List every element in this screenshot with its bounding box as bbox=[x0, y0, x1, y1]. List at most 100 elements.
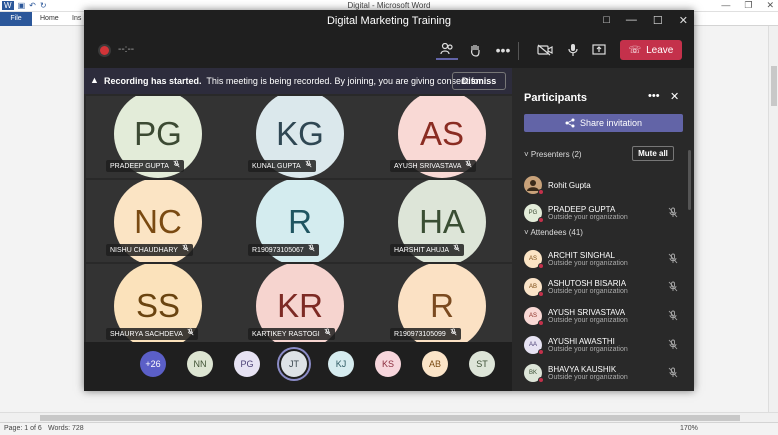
minimize-icon[interactable]: — bbox=[626, 14, 637, 27]
video-tile[interactable]: R R190973105099 bbox=[370, 264, 512, 342]
video-tile[interactable]: R R190973105067 bbox=[228, 180, 370, 262]
mic-off-icon bbox=[465, 160, 472, 170]
video-tile[interactable]: KG KUNAL GUPTA bbox=[228, 96, 370, 178]
mic-off-icon bbox=[453, 244, 460, 254]
participant-avatar[interactable]: PG bbox=[234, 351, 260, 377]
hand-icon bbox=[471, 45, 480, 57]
share-invitation-button[interactable]: Share invitation bbox=[524, 114, 683, 132]
participant-name: AYUSH SRIVASTAVA bbox=[548, 308, 626, 317]
participant-avatar[interactable]: KJ bbox=[328, 351, 354, 377]
close-icon[interactable]: ✕ bbox=[679, 14, 688, 27]
participant-list-item[interactable]: AA AYUSHI AWASTHI Outside your organizatio… bbox=[524, 334, 684, 360]
leave-button[interactable]: ☏ Leave bbox=[620, 40, 682, 60]
video-tile[interactable]: NC NISHU CHAUDHARY bbox=[86, 180, 228, 262]
word-window-title: Digital - Microsoft Word bbox=[347, 1, 431, 10]
participant-avatar bbox=[524, 176, 544, 195]
participant-name: R190973105067 bbox=[252, 247, 304, 254]
show-participants-button[interactable] bbox=[436, 40, 458, 60]
word-window-controls: — ❐ ✕ bbox=[721, 0, 774, 11]
minimize-icon[interactable]: — bbox=[721, 0, 730, 11]
tab-insert[interactable]: Ins bbox=[72, 12, 81, 26]
restore-icon[interactable]: ❐ bbox=[744, 0, 752, 11]
more-icon: ••• bbox=[495, 42, 511, 58]
close-icon[interactable]: ✕ bbox=[766, 0, 774, 11]
participant-name: ARCHIT SINGHAL bbox=[548, 251, 615, 260]
status-dot-icon bbox=[538, 189, 544, 195]
teams-window-controls: □ — ☐ ✕ bbox=[603, 14, 688, 27]
participant-avatar[interactable]: KS bbox=[375, 351, 401, 377]
page-count[interactable]: Page: 1 of 6 bbox=[4, 425, 42, 432]
recording-text: This meeting is being recorded. By joini… bbox=[206, 76, 489, 86]
pop-out-icon[interactable]: □ bbox=[603, 14, 610, 27]
recording-banner: ▲ Recording has started. This meeting is… bbox=[84, 68, 512, 94]
participant-name-tag: KARTIKEY RASTOGI bbox=[248, 328, 335, 340]
chevron-down-icon: ˅ bbox=[524, 150, 529, 159]
participant-org: Outside your organization bbox=[548, 317, 628, 324]
microphone-button[interactable] bbox=[562, 40, 584, 60]
participant-avatar: AS bbox=[524, 250, 544, 269]
participant-org: Outside your organization bbox=[548, 374, 628, 381]
participant-list-item[interactable]: PG PRADEEP GUPTA Outside your organization bbox=[524, 202, 684, 228]
more-participants-button[interactable]: +26 bbox=[140, 351, 166, 377]
scroll-thumb[interactable] bbox=[40, 415, 740, 421]
close-panel-icon[interactable]: ✕ bbox=[670, 90, 679, 103]
share-icon bbox=[565, 118, 575, 128]
chevron-down-icon: ˅ bbox=[524, 228, 529, 237]
word-vertical-scrollbar[interactable] bbox=[768, 26, 778, 412]
participant-name: KARTIKEY RASTOGI bbox=[252, 331, 320, 338]
word-horizontal-scrollbar[interactable] bbox=[0, 412, 778, 422]
panel-scrollbar[interactable] bbox=[688, 150, 691, 210]
participant-avatar[interactable]: AB bbox=[422, 351, 448, 377]
meeting-timer: --:-- bbox=[118, 44, 135, 55]
participants-icon bbox=[440, 43, 453, 55]
dismiss-button[interactable]: Dismiss bbox=[452, 72, 506, 90]
participant-avatar: AS bbox=[524, 307, 544, 326]
share-screen-button[interactable] bbox=[588, 40, 610, 60]
participant-name: PRADEEP GUPTA bbox=[110, 163, 169, 170]
share-invitation-label: Share invitation bbox=[579, 118, 643, 128]
participant-avatar[interactable]: ST bbox=[469, 351, 495, 377]
participant-name: R190973105099 bbox=[394, 331, 446, 338]
participant-name: BHAVYA KAUSHIK bbox=[548, 365, 617, 374]
video-tile[interactable]: KR KARTIKEY RASTOGI bbox=[228, 264, 370, 342]
attendees-section-header[interactable]: ˅ Attendees (41) bbox=[524, 228, 583, 237]
participant-org: Outside your organization bbox=[548, 346, 628, 353]
mic-off-icon bbox=[182, 244, 189, 254]
video-tile[interactable]: HA HARSHIT AHUJA bbox=[370, 180, 512, 262]
participant-name-tag: SHAURYA SACHDEVA bbox=[106, 328, 198, 340]
video-tile[interactable]: SS SHAURYA SACHDEVA bbox=[86, 264, 228, 342]
participant-name-tag: R190973105067 bbox=[248, 244, 319, 256]
status-dot-icon bbox=[538, 217, 544, 223]
maximize-icon[interactable]: ☐ bbox=[653, 14, 663, 27]
recording-message: Recording has started. This meeting is b… bbox=[104, 76, 489, 86]
status-dot-icon bbox=[538, 291, 544, 297]
word-count[interactable]: Words: 728 bbox=[48, 425, 84, 432]
tab-home[interactable]: Home bbox=[40, 12, 59, 26]
word-status-bar: Page: 1 of 6 Words: 728 170% bbox=[0, 422, 778, 435]
video-tile[interactable]: PG PRADEEP GUPTA bbox=[86, 96, 228, 178]
raise-hand-button[interactable] bbox=[464, 40, 486, 60]
participant-name-tag: HARSHIT AHUJA bbox=[390, 244, 465, 256]
participant-list-item[interactable]: BK BHAVYA KAUSHIK Outside your organizatio… bbox=[524, 362, 684, 388]
participant-org: Outside your organization bbox=[548, 214, 628, 221]
more-actions-button[interactable]: ••• bbox=[492, 40, 514, 60]
presenters-section-header[interactable]: ˅ Presenters (2) bbox=[524, 150, 582, 159]
participant-org: Outside your organization bbox=[548, 260, 628, 267]
participant-avatar[interactable]: NN bbox=[187, 351, 213, 377]
panel-more-icon[interactable]: ••• bbox=[648, 90, 660, 102]
participant-list-item[interactable]: AB ASHUTOSH BISARIA Outside your organizat… bbox=[524, 276, 684, 302]
participant-list-item[interactable]: AS ARCHIT SINGHAL Outside your organizatio… bbox=[524, 248, 684, 274]
camera-button[interactable] bbox=[534, 40, 556, 60]
zoom-level[interactable]: 170% bbox=[680, 425, 698, 432]
video-tile[interactable]: AS AYUSH SRIVASTAVA bbox=[370, 96, 512, 178]
participant-name-tag: AYUSH SRIVASTAVA bbox=[390, 160, 477, 172]
hang-up-icon: ☏ bbox=[628, 44, 642, 56]
participant-name: AYUSH SRIVASTAVA bbox=[394, 163, 462, 170]
participant-list-item[interactable]: Rohit Gupta bbox=[524, 174, 684, 200]
tab-file[interactable]: File bbox=[0, 12, 32, 26]
mic-off-icon bbox=[668, 253, 678, 267]
participant-avatar[interactable]: JT bbox=[281, 351, 307, 377]
scroll-thumb[interactable] bbox=[771, 66, 777, 106]
mute-all-button[interactable]: Mute all bbox=[632, 146, 674, 161]
participant-list-item[interactable]: AS AYUSH SRIVASTAVA Outside your organizat… bbox=[524, 305, 684, 331]
